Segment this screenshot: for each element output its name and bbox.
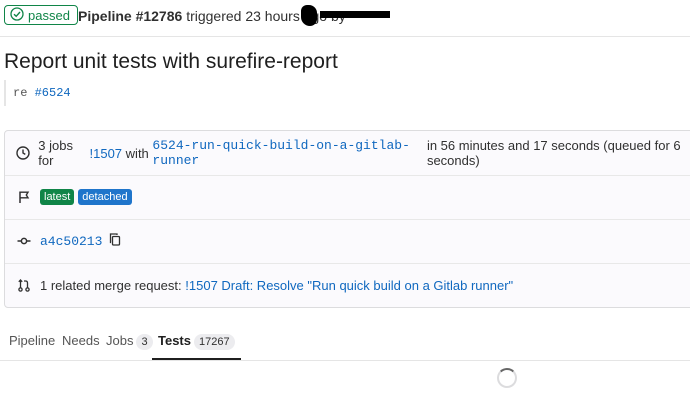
with-text: with (125, 145, 149, 161)
pipeline-description: re #6524 (4, 80, 71, 106)
tab-pipeline[interactable]: Pipeline (9, 324, 55, 360)
related-mr-link[interactable]: !1507 Draft: Resolve "Run quick build on… (185, 278, 513, 293)
branch-link[interactable]: 6524-run-quick-build-on-a-gitlab-runner (152, 138, 423, 168)
merge-request-icon (16, 277, 32, 293)
avatar[interactable] (301, 5, 317, 26)
tests-count-badge: 17267 (194, 334, 235, 350)
tab-label: Tests (158, 333, 191, 348)
related-text: 1 related merge request: (40, 277, 182, 293)
commit-sha-link[interactable]: a4c50213 (40, 234, 102, 249)
latest-badge[interactable]: latest (40, 189, 75, 205)
flag-icon (16, 189, 32, 205)
jobs-prefix: 3 jobs for (38, 138, 73, 168)
redacted-username (320, 11, 390, 18)
tab-label: Jobs (106, 333, 134, 348)
commit-row: a4c50213 (5, 219, 690, 264)
badges-row: latest detached (5, 175, 690, 220)
copy-icon[interactable] (109, 233, 121, 249)
description-prefix: re (13, 86, 28, 100)
jobs-count-badge: 3 (136, 334, 153, 350)
loading-spinner-icon (497, 368, 517, 388)
pipeline-tabs: Pipeline Needs Jobs 3 Tests 17267 (0, 324, 690, 361)
commit-icon (16, 233, 32, 249)
check-circle-icon (10, 6, 24, 24)
page-title: Report unit tests with surefire-report (4, 50, 338, 73)
related-mr-row: 1 related merge request: !1507 Draft: Re… (5, 263, 690, 307)
pipeline-info-panel: 3 jobs for !1507 with 6524-run-quick-bui… (4, 130, 690, 308)
tab-label: Pipeline (9, 333, 56, 348)
tab-tests[interactable]: Tests 17267 (152, 324, 241, 360)
pipeline-id: Pipeline #12786 (78, 8, 183, 24)
merge-request-link[interactable]: !1507 (90, 146, 123, 161)
duration-text: in 56 minutes and 17 seconds (queued for… (426, 138, 681, 168)
tab-label: Needs (62, 333, 100, 348)
status-badge[interactable]: passed (4, 5, 78, 25)
tab-needs[interactable]: Needs (62, 324, 100, 360)
jobs-row: 3 jobs for !1507 with 6524-run-quick-bui… (5, 131, 690, 176)
pipeline-header: passed Pipeline #12786 triggered 23 hour… (0, 0, 690, 37)
status-text: passed (28, 7, 70, 23)
clock-icon (16, 145, 30, 161)
tab-jobs[interactable]: Jobs 3 (106, 324, 153, 360)
detached-badge[interactable]: detached (78, 189, 132, 205)
issue-link[interactable]: #6524 (35, 86, 71, 100)
